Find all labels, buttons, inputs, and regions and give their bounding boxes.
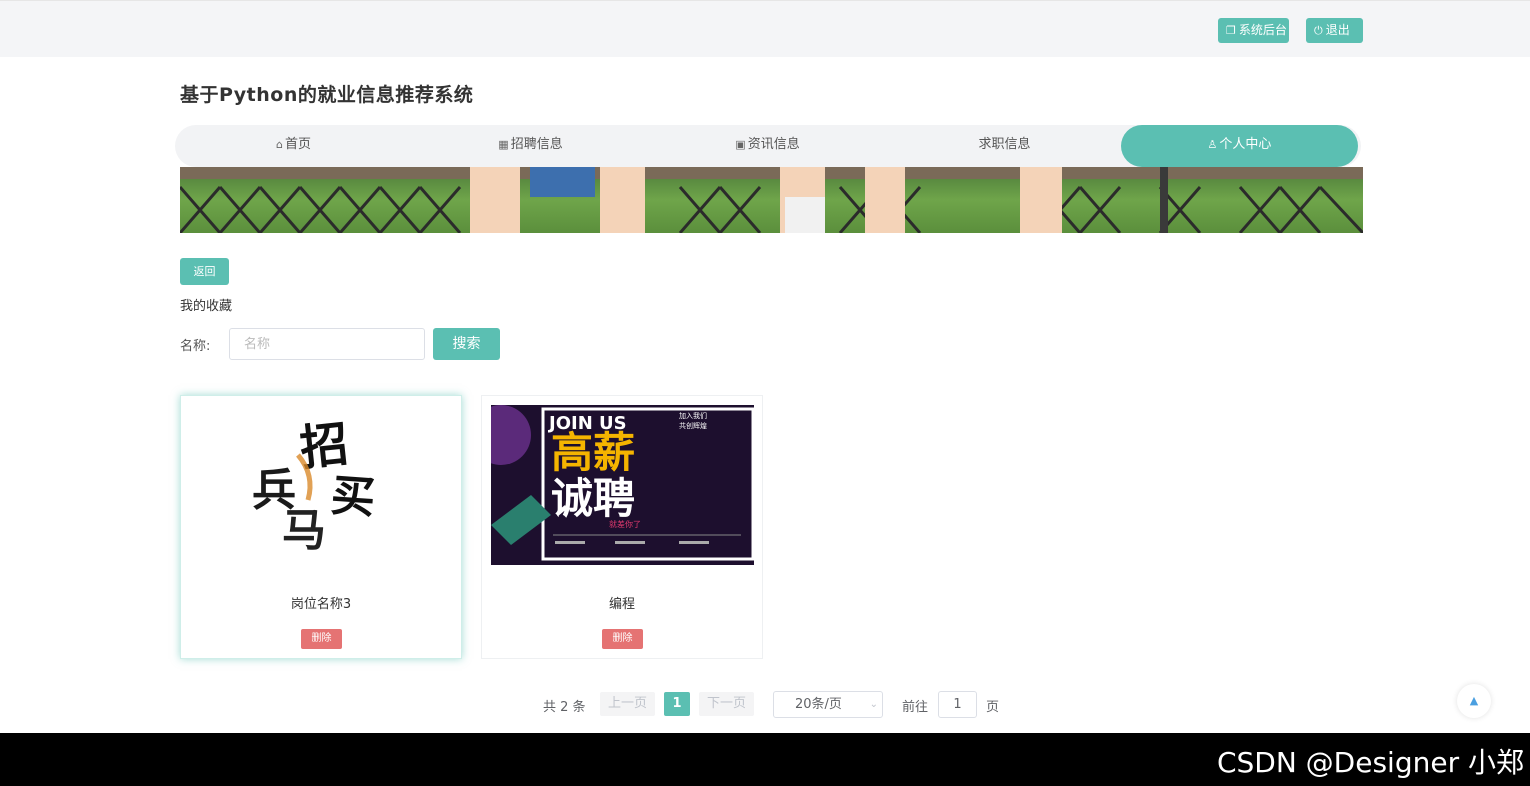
copy-icon: ❐ <box>1226 24 1236 37</box>
nav-news-label: 资讯信息 <box>747 137 800 152</box>
delete-button[interactable]: 删除 <box>602 629 643 649</box>
site-title: 基于Python的就业信息推荐系统 <box>180 84 474 106</box>
card-image[interactable]: JOIN US 加入我们 共创辉煌 高薪 诚聘 就差你了 <box>491 405 754 565</box>
goto-page-input[interactable]: 1 <box>938 691 977 718</box>
poster-main1: 高薪 <box>551 428 635 477</box>
search-label: 名称: <box>180 339 211 354</box>
nav-item-news[interactable]: ▣ 资讯信息 <box>649 125 886 167</box>
caret-up-icon: ▲ <box>1469 694 1479 707</box>
pagination-total: 共 2 条 <box>543 700 586 715</box>
card-name: 岗位名称3 <box>290 597 352 612</box>
briefcase-icon: ▣ <box>735 138 746 151</box>
admin-backend-button[interactable]: ❐ 系统后台 <box>1218 18 1289 43</box>
power-icon: ⏻ <box>1314 24 1323 37</box>
banner-image <box>180 167 1363 233</box>
goto-label: 前往 <box>902 700 929 715</box>
favorite-card[interactable]: 招 兵 买 马 岗位名称3 删除 <box>180 395 462 659</box>
main-nav: ⌂ 首页 ▦ 招聘信息 ▣ 资讯信息 求职信息 ♙ 个人中心 <box>175 125 1361 167</box>
page-number-current[interactable]: 1 <box>664 692 690 716</box>
nav-item-home[interactable]: ⌂ 首页 <box>175 125 412 167</box>
delete-button[interactable]: 删除 <box>301 629 342 649</box>
next-page-button[interactable]: 下一页 <box>699 692 755 716</box>
user-icon: ♙ <box>1207 138 1218 151</box>
nav-profile-label: 个人中心 <box>1219 137 1272 152</box>
svg-text:马: 马 <box>282 505 326 556</box>
nav-item-profile[interactable]: ♙ 个人中心 <box>1121 125 1358 167</box>
page-unit-label: 页 <box>986 700 1000 715</box>
back-to-top-button[interactable]: ▲ <box>1457 684 1491 718</box>
top-bar: ❐ 系统后台 ⏻ 退出 <box>0 0 1530 57</box>
page-size-select[interactable]: 20条/页 ⌄ <box>773 691 883 718</box>
home-icon: ⌂ <box>276 138 283 151</box>
nav-jobseek-label: 求职信息 <box>978 137 1031 152</box>
section-title: 我的收藏 <box>180 299 233 314</box>
page-size-value: 20条/页 <box>795 697 842 712</box>
nav-jobs-label: 招聘信息 <box>510 137 563 152</box>
prev-page-button[interactable]: 上一页 <box>600 692 656 716</box>
chevron-down-icon: ⌄ <box>869 699 878 710</box>
logout-button[interactable]: ⏻ 退出 <box>1306 18 1363 43</box>
nav-home-label: 首页 <box>284 137 311 152</box>
card-image[interactable]: 招 兵 买 马 <box>190 405 453 565</box>
poster-main2: 诚聘 <box>551 474 635 523</box>
search-input[interactable] <box>229 328 425 360</box>
card-name: 编程 <box>608 597 635 612</box>
back-button[interactable]: 返回 <box>180 258 229 285</box>
watermark: CSDN @Designer 小郑 <box>1216 746 1524 779</box>
svg-text:加入我们: 加入我们 <box>679 411 707 420</box>
svg-text:共创辉煌: 共创辉煌 <box>679 421 707 430</box>
poster-sub: 就差你了 <box>609 519 641 529</box>
search-button[interactable]: 搜索 <box>433 328 500 360</box>
grid-icon: ▦ <box>498 138 509 151</box>
admin-backend-label: 系统后台 <box>1238 23 1287 37</box>
logout-label: 退出 <box>1325 23 1350 37</box>
nav-item-jobseek[interactable]: 求职信息 <box>886 125 1123 167</box>
nav-item-jobs[interactable]: ▦ 招聘信息 <box>412 125 649 167</box>
favorite-card[interactable]: JOIN US 加入我们 共创辉煌 高薪 诚聘 就差你了 编程 删除 <box>481 395 763 659</box>
svg-text:买: 买 <box>329 470 376 524</box>
